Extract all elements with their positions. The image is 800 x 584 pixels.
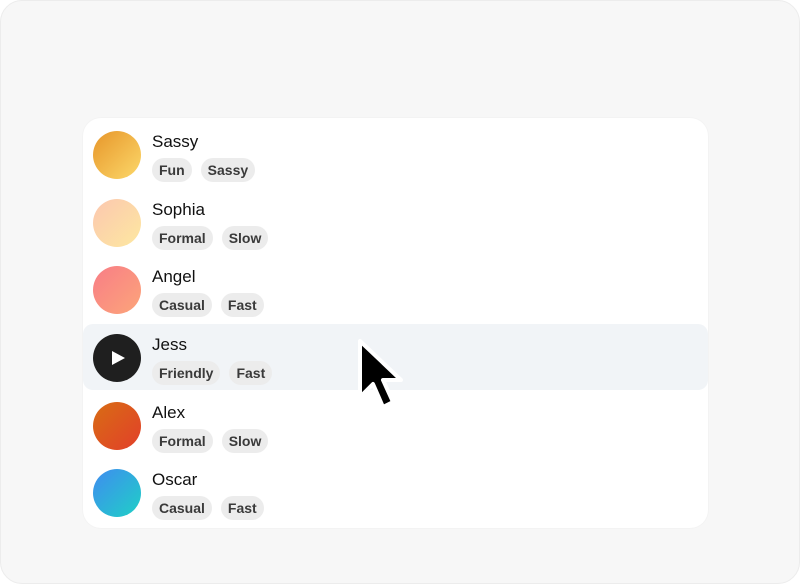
voice-name: Sassy	[152, 132, 199, 151]
voice-name: Oscar	[152, 470, 198, 489]
voice-tags: Casual Fast	[152, 293, 264, 317]
voice-tag: Casual	[152, 496, 212, 520]
voice-tags: Friendly Fast	[152, 361, 273, 385]
voice-avatar	[93, 402, 141, 450]
app-frame: Sassy Fun Sassy Sophia Formal Slow Angel…	[0, 0, 800, 584]
voice-list: Sassy Fun Sassy Sophia Formal Slow Angel…	[83, 118, 708, 528]
voice-tag: Formal	[152, 226, 213, 250]
voice-tag: Fast	[220, 496, 264, 520]
voice-row-angel[interactable]: Angel Casual Fast	[83, 256, 708, 322]
voice-row-sophia[interactable]: Sophia Formal Slow	[83, 189, 708, 255]
voice-tag: Formal	[152, 429, 213, 453]
voice-tag: Slow	[221, 226, 269, 250]
mouse-pointer-icon	[358, 339, 403, 409]
play-icon	[112, 351, 125, 365]
voice-avatar	[93, 266, 141, 314]
voice-avatar	[93, 199, 141, 247]
voice-tags: Casual Fast	[152, 496, 264, 520]
voice-avatar	[93, 131, 141, 179]
voice-tag: Fun	[152, 158, 192, 182]
voice-name: Alex	[152, 403, 186, 422]
voice-tags: Fun Sassy	[152, 158, 256, 182]
voice-tag: Fast	[229, 361, 273, 385]
voice-tags: Formal Slow	[152, 226, 269, 250]
voice-name: Angel	[152, 267, 196, 286]
voice-row-oscar[interactable]: Oscar Casual Fast	[83, 459, 708, 525]
play-button[interactable]	[93, 334, 141, 382]
voice-tag: Casual	[152, 293, 212, 317]
voice-name: Jess	[152, 335, 187, 354]
voice-tag: Sassy	[200, 158, 256, 182]
voice-tag: Friendly	[152, 361, 221, 385]
voice-name: Sophia	[152, 200, 205, 219]
voice-avatar	[93, 469, 141, 517]
voice-tag: Fast	[220, 293, 264, 317]
voice-tags: Formal Slow	[152, 429, 269, 453]
voice-tag: Slow	[221, 429, 269, 453]
voice-row-sassy[interactable]: Sassy Fun Sassy	[83, 121, 708, 187]
